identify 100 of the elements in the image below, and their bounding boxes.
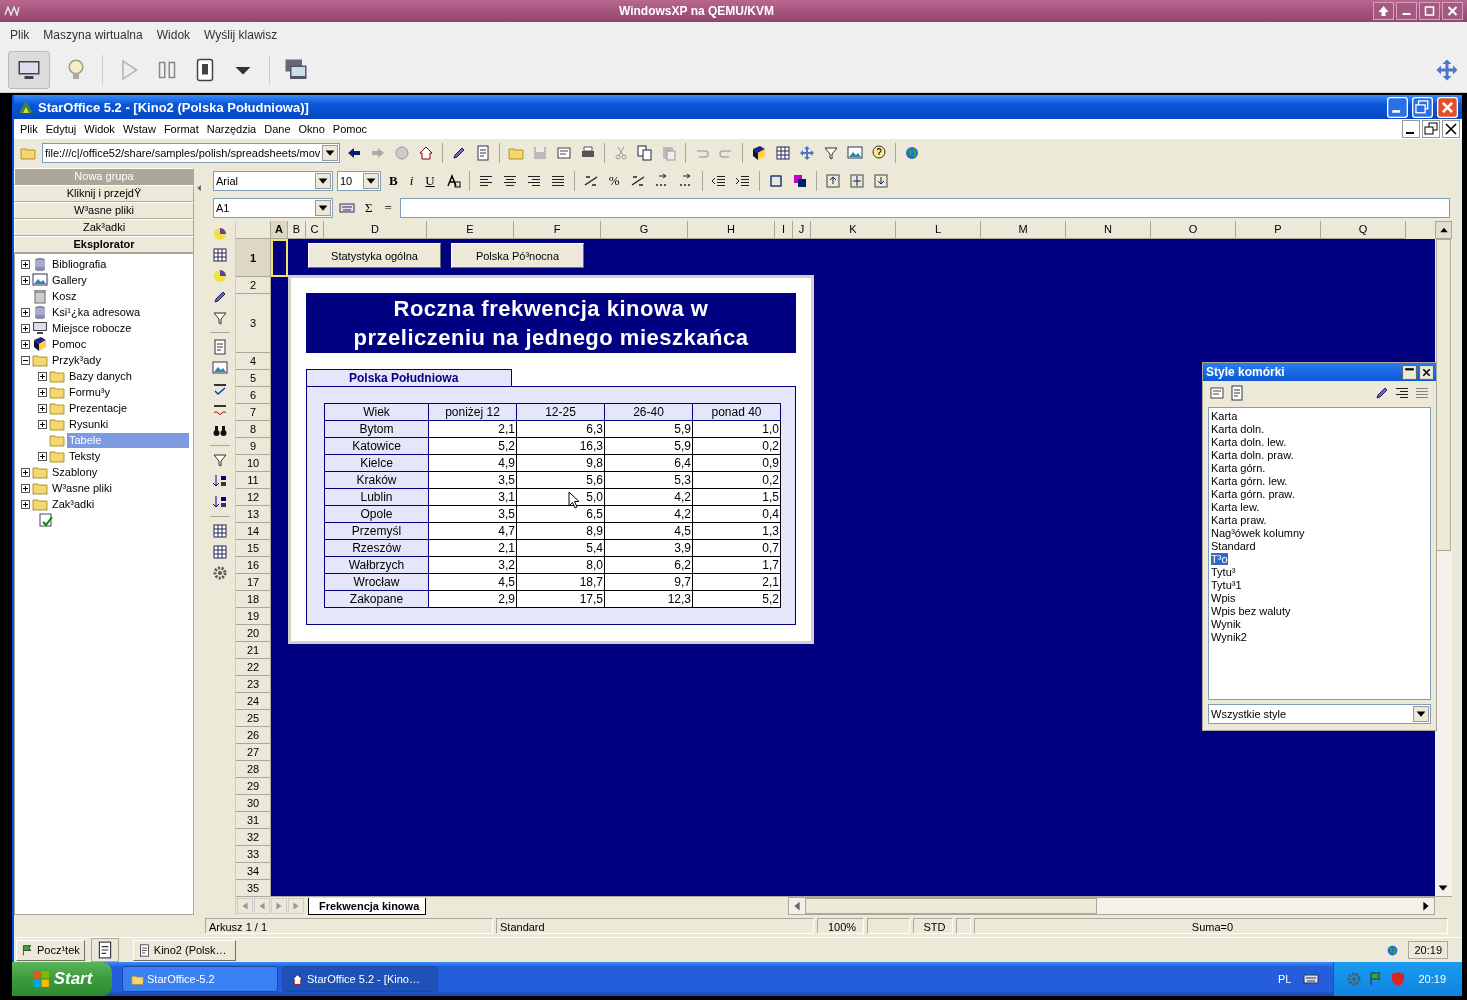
group-button[interactable]: Zak³adki [14, 219, 194, 236]
font-size-field[interactable]: 10 [337, 171, 381, 191]
row-header[interactable]: 26 [236, 727, 271, 744]
style-item[interactable]: Standard [1211, 540, 1256, 552]
table-icon[interactable] [773, 143, 793, 163]
start-button[interactable]: Pocz¹tek [16, 939, 85, 961]
row-header[interactable]: 27 [236, 744, 271, 761]
expand-icon[interactable] [38, 419, 47, 429]
column-header[interactable]: G [601, 221, 688, 239]
tree-item[interactable]: Formu³y [67, 384, 112, 400]
name-box[interactable]: A1 [213, 198, 333, 218]
style-item[interactable]: Tytu³ [1211, 566, 1236, 578]
style-item[interactable]: T³o [1211, 553, 1228, 565]
picture-icon[interactable] [211, 359, 229, 377]
format-button[interactable]: B [385, 173, 402, 189]
menu-item[interactable]: Okno [294, 123, 329, 135]
row-header[interactable]: 8 [236, 421, 271, 438]
row-header[interactable]: 30 [236, 795, 271, 812]
tree-item[interactable]: Bazy danych [67, 368, 134, 384]
column-header[interactable]: Q [1321, 221, 1406, 239]
url-field[interactable]: file:///c|/office52/share/samples/polish/spreadsheets/mov [42, 143, 340, 163]
scroll-up-button[interactable] [1435, 221, 1452, 239]
language-indicator[interactable]: PL [1278, 973, 1292, 985]
tree-item[interactable]: Miejsce robocze [50, 320, 134, 336]
column-header[interactable]: J [793, 221, 811, 239]
column-header[interactable]: F [514, 221, 601, 239]
monitor-button[interactable] [8, 50, 50, 89]
column-header[interactable]: B [288, 221, 306, 239]
column-header[interactable]: E [427, 221, 514, 239]
style-item[interactable]: Nag³ówek kolumny [1211, 527, 1305, 539]
row-header[interactable]: 5 [236, 370, 271, 387]
scrollbar-thumb[interactable] [805, 898, 1097, 914]
column-header[interactable]: M [981, 221, 1066, 239]
row-header[interactable]: 15 [236, 540, 271, 557]
style-item[interactable]: Wynik [1211, 618, 1241, 630]
table-icon[interactable] [211, 246, 229, 264]
copy-icon[interactable] [635, 143, 655, 163]
style-item[interactable]: Karta [1211, 410, 1238, 422]
horizontal-scrollbar[interactable] [788, 897, 1435, 915]
row-header[interactable]: 16 [236, 557, 271, 574]
expand-icon[interactable] [38, 371, 47, 381]
style-item[interactable]: Karta doln. praw. [1211, 449, 1294, 461]
row-header[interactable]: 33 [236, 846, 271, 863]
expand-icon[interactable] [38, 387, 47, 397]
tree-item[interactable]: Ksi¹¿ka adresowa [50, 304, 143, 320]
row-header[interactable]: 13 [236, 506, 271, 523]
row-header[interactable]: 32 [236, 829, 271, 846]
row-header[interactable]: 34 [236, 863, 271, 880]
row-header[interactable]: 21 [236, 642, 271, 659]
expand-icon[interactable] [21, 259, 30, 269]
minimize-icon[interactable] [1402, 120, 1420, 138]
percent-button[interactable]: % [604, 173, 624, 189]
sheet-button[interactable]: Polska Pó³nocna [451, 243, 584, 268]
filter-icon[interactable] [211, 451, 229, 469]
menu-item[interactable]: Plik [16, 123, 42, 135]
style-item[interactable]: Karta lew. [1211, 501, 1260, 513]
menu-item[interactable]: Widok [152, 27, 195, 42]
checklist-icon[interactable] [38, 512, 54, 528]
tree-item[interactable]: Przyk³ady [50, 352, 103, 368]
menu-item[interactable]: Narzędzia [202, 123, 261, 135]
restore-button[interactable] [1412, 96, 1433, 118]
row-header[interactable]: 11 [236, 472, 271, 489]
row-header[interactable]: 9 [236, 438, 271, 455]
column-header[interactable]: A [271, 221, 288, 239]
document-icon[interactable] [211, 338, 229, 356]
row-header[interactable]: 25 [236, 710, 271, 727]
screens-icon[interactable] [284, 57, 308, 82]
column-header[interactable]: K [811, 221, 896, 239]
row-header[interactable]: 31 [236, 812, 271, 829]
formula-button[interactable]: Σ [361, 200, 377, 216]
style-item[interactable]: Karta górn. [1211, 462, 1266, 474]
column-header[interactable]: C [306, 221, 324, 239]
format-button[interactable]: i [405, 173, 418, 189]
pie-chart-icon[interactable] [211, 267, 229, 285]
row-header[interactable]: 10 [236, 455, 271, 472]
row-header[interactable]: 29 [236, 778, 271, 795]
row-header[interactable]: 6 [236, 387, 271, 404]
start-button[interactable]: Start [12, 962, 112, 996]
row-header[interactable]: 2 [236, 277, 271, 294]
expand-icon[interactable] [21, 483, 30, 493]
arrow-up-icon[interactable] [1373, 2, 1394, 20]
menu-item[interactable]: Dane [260, 123, 295, 135]
tree-item[interactable]: Bibliografia [50, 256, 109, 272]
tree-item[interactable]: Gallery [50, 272, 89, 288]
close-icon[interactable] [1442, 120, 1460, 138]
task-button[interactable]: Kino2 (Polsk… [132, 939, 236, 961]
row-header[interactable]: 1 [236, 239, 271, 277]
gear-icon[interactable] [211, 564, 229, 582]
menu-item[interactable]: Pomoc [328, 123, 372, 135]
menu-item[interactable]: Wyślij klawisz [200, 27, 282, 42]
taskbar-button[interactable]: StarOffice-5.2 [122, 966, 278, 992]
style-item[interactable]: Wynik2 [1211, 631, 1247, 643]
format-button[interactable]: U [421, 173, 439, 189]
menu-item[interactable]: Plik [6, 27, 34, 42]
menu-item[interactable]: Maszyna wirtualna [39, 27, 147, 42]
explorer-header[interactable]: Eksplorator [14, 236, 194, 253]
taskbar-button[interactable]: StarOffice 5.2 - [Kino… [282, 966, 438, 992]
vertical-scrollbar[interactable] [1435, 239, 1452, 896]
column-header[interactable]: N [1066, 221, 1151, 239]
tree-item[interactable]: Rysunki [67, 416, 111, 432]
